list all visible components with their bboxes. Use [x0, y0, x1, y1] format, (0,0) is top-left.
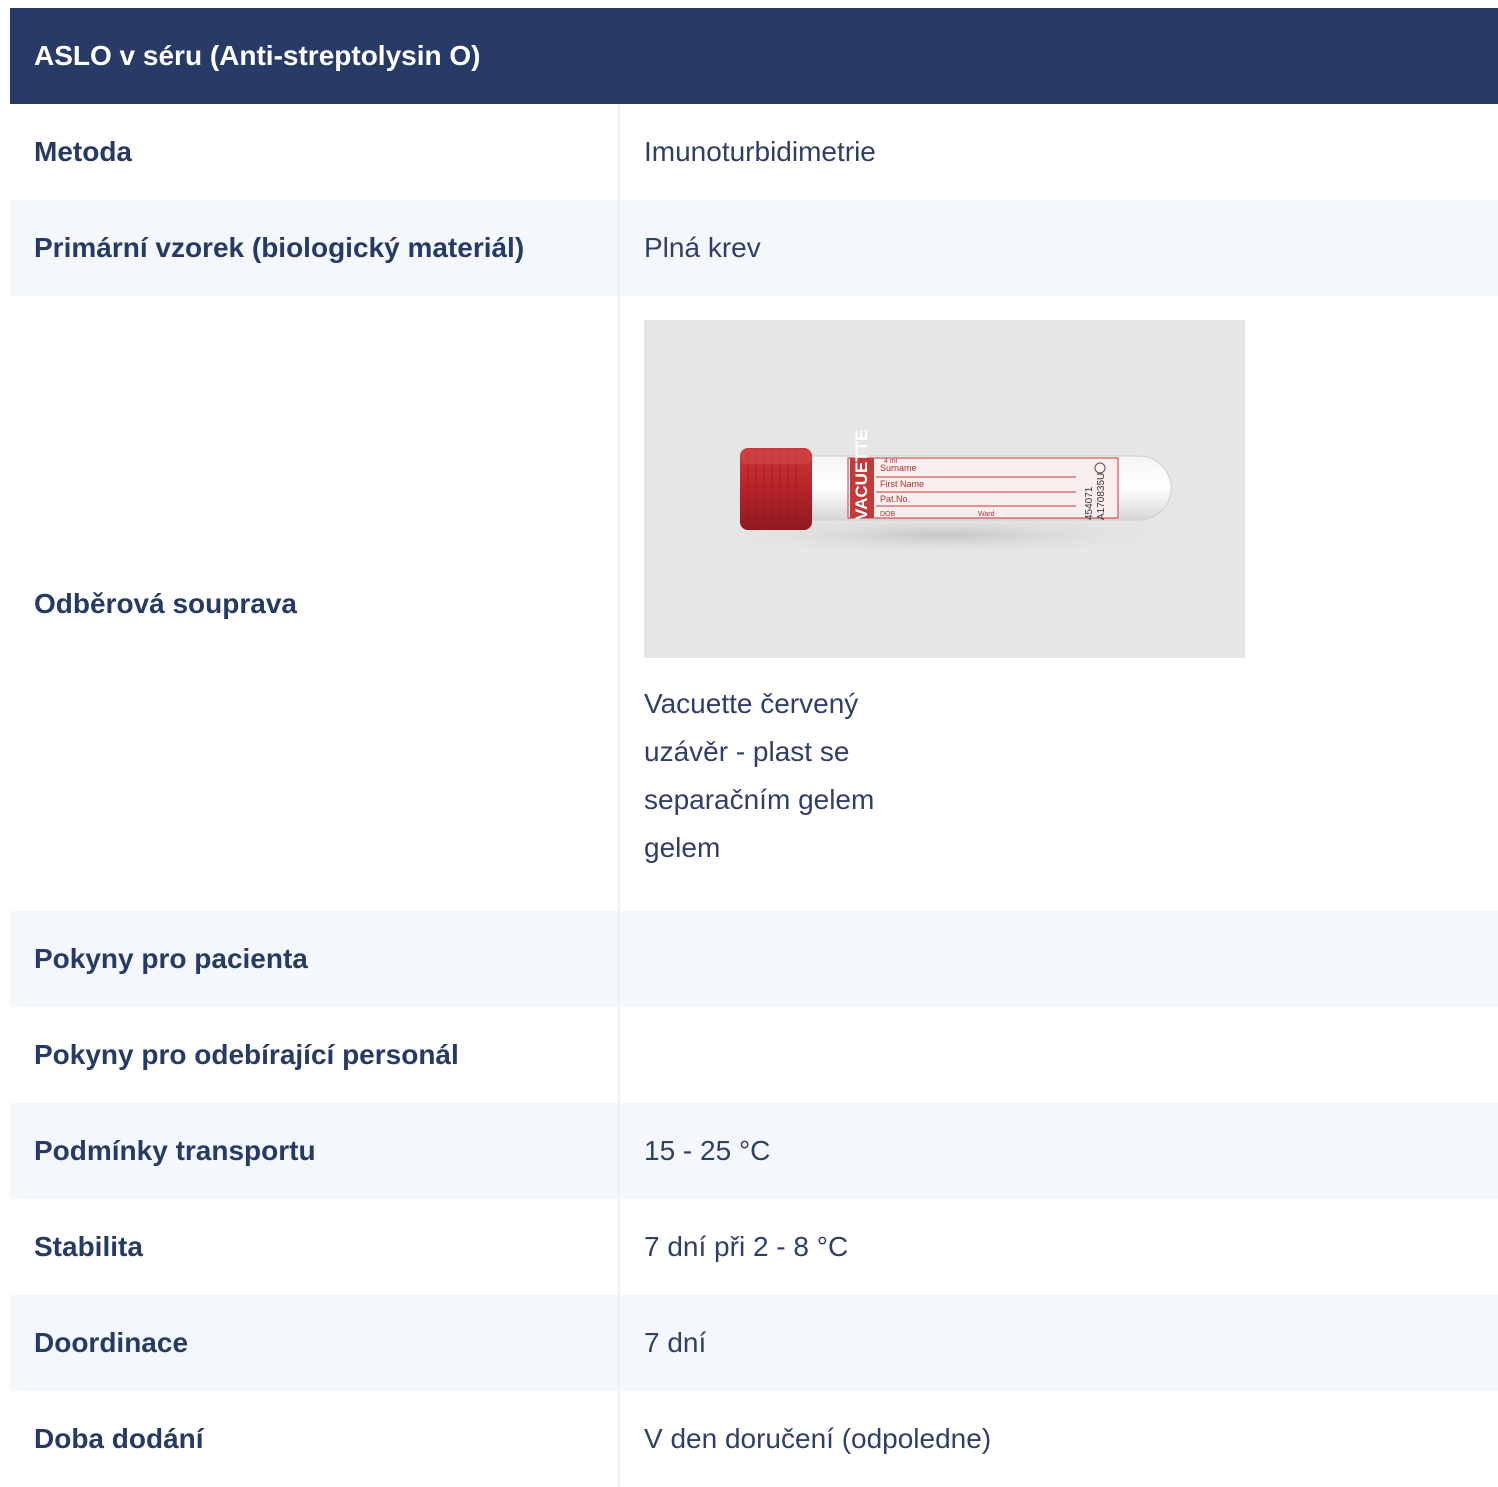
table-row: Pokyny pro odebírající personál: [10, 1007, 1498, 1103]
row-value: 7 dní: [644, 1327, 707, 1358]
tube-code-2: A170835U: [1096, 473, 1107, 520]
tube-brand-text: VACUETTE: [852, 430, 871, 520]
table-row: Primární vzorek (biologický materiál) Pl…: [10, 200, 1498, 296]
table-row: Odběrová souprava VACUETTE Surname First…: [10, 296, 1498, 911]
row-label: Pokyny pro pacienta: [10, 911, 620, 1007]
collection-kit-description: Vacuette červený uzávěr - plast se separ…: [644, 688, 875, 863]
tube-volume-text: 4 ml: [884, 458, 898, 465]
row-label: Doordinace: [10, 1295, 620, 1391]
table-row: Podmínky transportu 15 - 25 °C: [10, 1103, 1498, 1199]
row-label: Pokyny pro odebírající personál: [10, 1007, 620, 1103]
row-label: Doba dodání: [10, 1391, 620, 1487]
row-value: V den doručení (odpoledne): [644, 1423, 992, 1454]
row-label: Stabilita: [10, 1199, 620, 1295]
table-row: Doordinace 7 dní: [10, 1295, 1498, 1391]
tube-field-ward: Ward: [978, 511, 995, 518]
row-label: Podmínky transportu: [10, 1103, 620, 1199]
table-row: Metoda Imunoturbidimetrie: [10, 104, 1498, 200]
vacuette-tube-image: VACUETTE Surname First Name Pat.No. DOB …: [644, 320, 1245, 658]
row-value: 7 dní při 2 - 8 °C: [644, 1231, 849, 1262]
test-title: ASLO v séru (Anti-streptolysin O): [34, 40, 481, 71]
row-value: [620, 911, 1498, 1007]
row-value: Imunoturbidimetrie: [644, 136, 876, 167]
test-info-table: ASLO v séru (Anti-streptolysin O) Metoda…: [10, 8, 1498, 1487]
row-value: 15 - 25 °C: [644, 1135, 771, 1166]
row-label: Odběrová souprava: [10, 296, 620, 911]
tube-field-patno: Pat.No.: [880, 494, 910, 504]
collection-kit-cell: VACUETTE Surname First Name Pat.No. DOB …: [620, 296, 1498, 911]
tube-field-firstname: First Name: [880, 479, 924, 489]
tube-field-dob: DOB: [880, 511, 896, 518]
table-row: Pokyny pro pacienta: [10, 911, 1498, 1007]
row-value: Plná krev: [644, 232, 761, 263]
blood-tube-illustration: VACUETTE Surname First Name Pat.No. DOB …: [694, 430, 1194, 557]
table-row: Doba dodání V den doručení (odpoledne): [10, 1391, 1498, 1487]
row-value: [620, 1007, 1498, 1103]
table-row: Stabilita 7 dní při 2 - 8 °C: [10, 1199, 1498, 1295]
row-label: Metoda: [10, 104, 620, 200]
table-header: ASLO v séru (Anti-streptolysin O): [10, 8, 1498, 104]
row-label: Primární vzorek (biologický materiál): [10, 200, 620, 296]
tube-code-1: 454071: [1084, 486, 1095, 520]
